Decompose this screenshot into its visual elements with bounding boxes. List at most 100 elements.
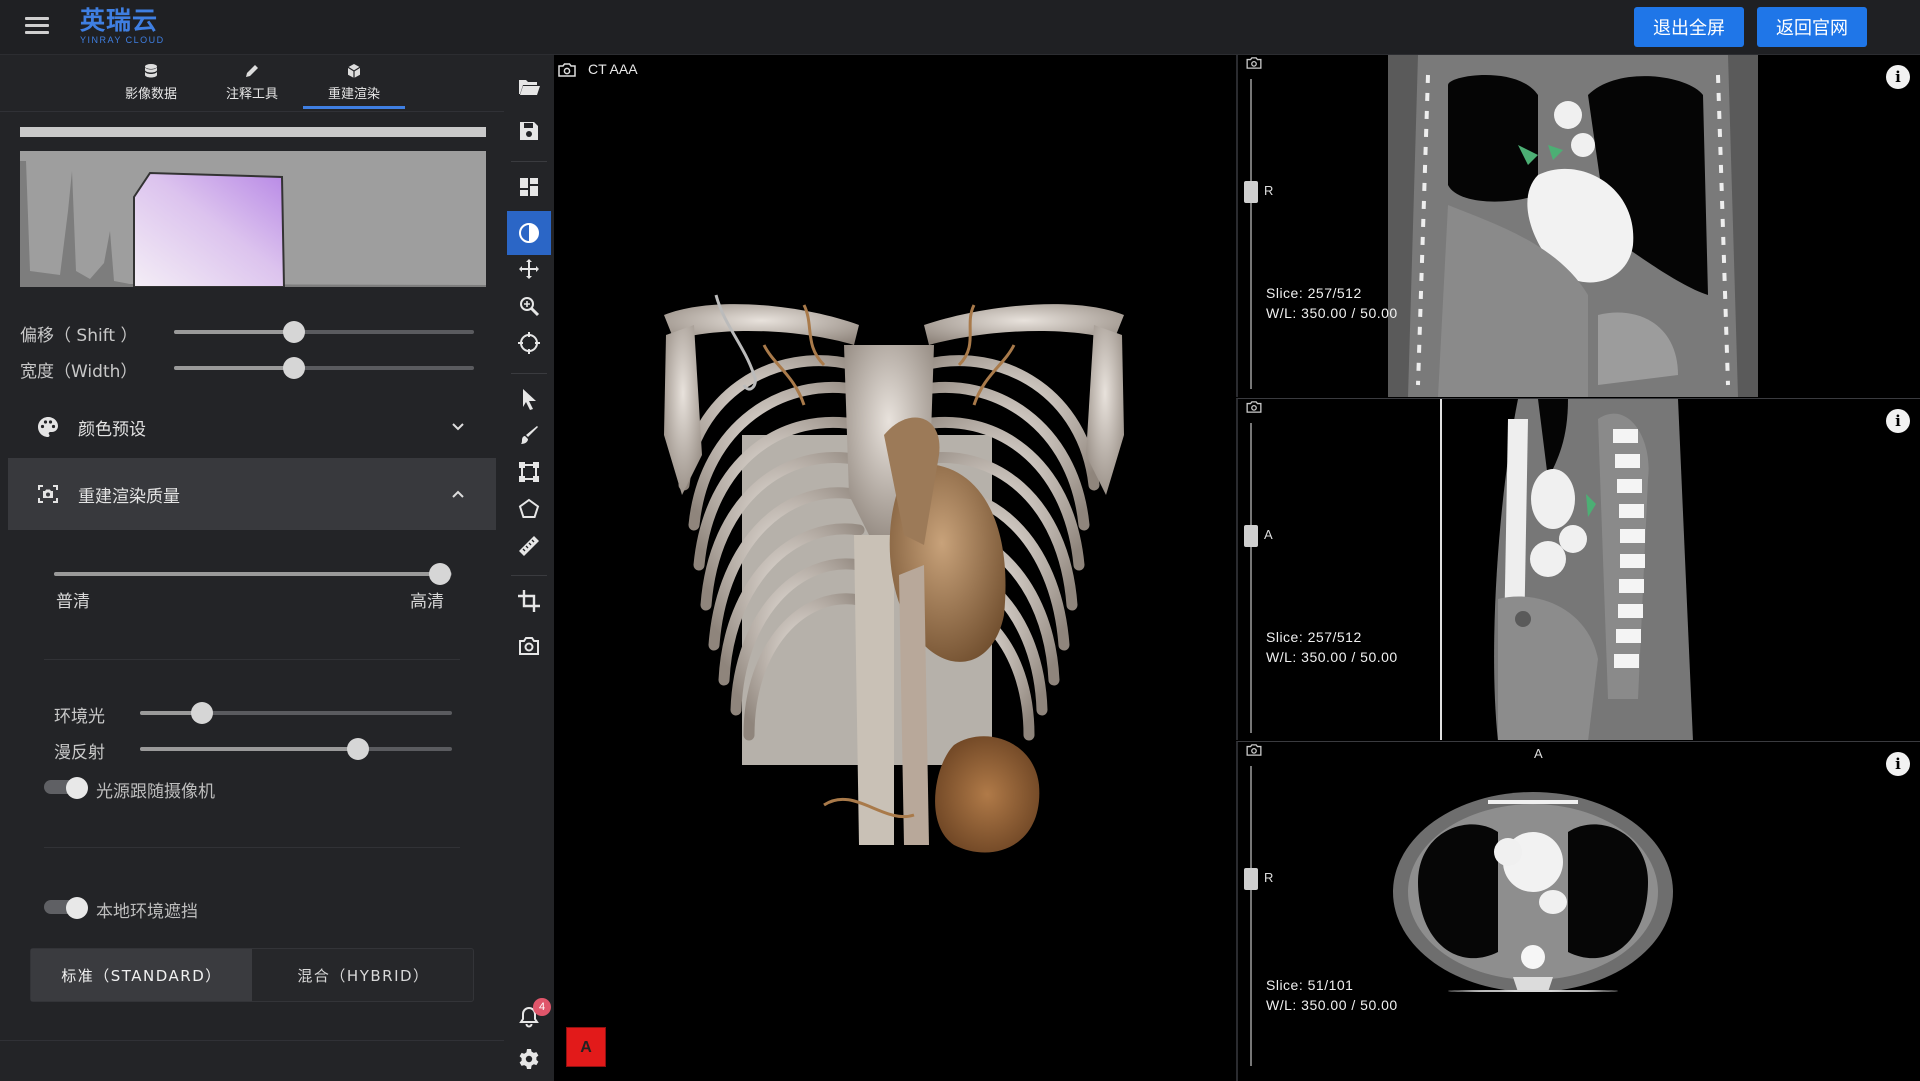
tab-label: 注释工具 [225, 87, 278, 102]
slice-indicator: Slice: 257/512 [1266, 629, 1362, 645]
camera-icon[interactable] [1246, 744, 1262, 756]
hybrid-mode-button[interactable]: 混合（HYBRID） [253, 949, 474, 1001]
local-occlusion-label: 本地环境遮挡 [96, 902, 198, 922]
tab-label: 重建渲染 [327, 87, 380, 102]
sagittal-viewport[interactable]: S A Slice: 257/512 W/L: 350.00 / 50.00 i [1236, 398, 1920, 740]
slider-fill [54, 572, 440, 576]
width-slider[interactable] [174, 357, 474, 379]
tab-reconstruction-render[interactable]: 重建渲染 [303, 55, 405, 109]
slice-scroll-handle[interactable] [1244, 525, 1258, 547]
gear-icon [519, 1049, 539, 1069]
settings-button[interactable] [507, 1037, 551, 1081]
opacity-gradient-bar[interactable] [20, 127, 486, 137]
exit-fullscreen-button[interactable]: 退出全屏 [1634, 7, 1744, 47]
brush-icon [521, 426, 538, 444]
slider-fill [140, 747, 358, 751]
folder-open-icon [519, 80, 540, 95]
notifications-button[interactable]: 4 [507, 995, 551, 1039]
camera-icon[interactable] [1246, 57, 1262, 69]
color-presets-accordion[interactable]: 颜色预设 [8, 391, 496, 463]
crosshair-tool[interactable] [507, 321, 551, 365]
ambient-label: 环境光 [54, 707, 105, 727]
render-quality-slider[interactable] [54, 563, 452, 585]
ruler-tool[interactable] [507, 524, 551, 568]
pencil-icon [246, 65, 258, 77]
info-icon[interactable]: i [1886, 752, 1910, 776]
contrast-icon [519, 223, 539, 243]
width-slider-row: 宽度（Width） [20, 355, 490, 382]
divider [44, 847, 460, 848]
info-icon[interactable]: i [1886, 409, 1910, 433]
app-logo[interactable]: 英瑞云 YINRAY CLOUD [80, 6, 165, 45]
layout-icon [520, 178, 538, 196]
shift-label: 偏移（ Shift ） [20, 326, 138, 346]
back-to-website-button[interactable]: 返回官网 [1757, 7, 1867, 47]
hamburger-menu-icon[interactable] [22, 14, 52, 40]
orientation-top-label: A [1534, 746, 1543, 761]
camera-focus-icon [38, 485, 58, 503]
screenshot-button[interactable] [507, 624, 551, 668]
crosshair-icon [518, 332, 540, 354]
orientation-cube[interactable]: A [566, 1027, 606, 1067]
render-quality-label: 重建渲染质量 [78, 487, 180, 507]
save-button[interactable] [507, 109, 551, 153]
render-quality-slider-thumb[interactable] [429, 563, 451, 585]
save-icon [520, 122, 538, 140]
color-presets-label: 颜色预设 [78, 420, 146, 440]
viewport-title: CT AAA [588, 61, 638, 77]
ambient-slider-row: 环境光 [20, 700, 480, 727]
render-quality-accordion[interactable]: 重建渲染质量 [8, 458, 496, 530]
tab-imaging-data[interactable]: 影像数据 [100, 55, 202, 109]
info-icon[interactable]: i [1886, 65, 1910, 89]
diffuse-slider-row: 漫反射 [20, 736, 480, 763]
diffuse-slider[interactable] [140, 738, 452, 760]
window-level-readout: W/L: 350.00 / 50.00 [1266, 305, 1398, 321]
open-folder-button[interactable] [507, 65, 551, 109]
camera-icon[interactable] [558, 63, 576, 77]
left-panel: 影像数据 注释工具 重建渲染 偏移（ Shift ） 宽度（Width） 颜色预… [0, 55, 504, 1081]
quality-max-label: 高清 [410, 592, 444, 612]
slice-scroll-handle[interactable] [1244, 868, 1258, 890]
diffuse-slider-thumb[interactable] [347, 738, 369, 760]
standard-mode-button[interactable]: 标准（STANDARD） [31, 949, 252, 1001]
axial-viewport[interactable]: A R Slice: 51/101 W/L: 350.00 / 50.00 i [1236, 741, 1920, 1081]
shift-slider-thumb[interactable] [283, 321, 305, 343]
pentagon-icon [518, 498, 540, 518]
width-slider-thumb[interactable] [283, 357, 305, 379]
local-occlusion-toggle[interactable]: 本地环境遮挡 [44, 895, 344, 922]
camera-icon[interactable] [1246, 401, 1262, 413]
light-follow-camera-toggle[interactable]: 光源跟随摄像机 [44, 775, 344, 802]
chevron-up-icon [452, 490, 464, 498]
notification-badge: 4 [533, 998, 551, 1016]
coronal-viewport[interactable]: S R Slice: 257/512 W/L: 350.00 / 50.00 i [1236, 55, 1920, 397]
database-icon [145, 64, 157, 78]
tab-annotation-tools[interactable]: 注释工具 [201, 55, 303, 109]
transfer-function-editor[interactable] [20, 151, 486, 287]
render-mode-toggle-group: 标准（STANDARD） 混合（HYBRID） [30, 948, 474, 1002]
slice-scrollbar[interactable] [1250, 766, 1252, 1066]
screenshot-icon [519, 637, 539, 655]
layout-button[interactable] [507, 165, 551, 209]
slice-indicator: Slice: 51/101 [1266, 977, 1354, 993]
volume-render-viewport[interactable]: CT AAA A [554, 55, 1236, 1081]
slider-fill [174, 366, 294, 370]
divider [511, 161, 547, 162]
shift-slider-row: 偏移（ Shift ） [20, 319, 490, 346]
slice-scroll-handle[interactable] [1244, 181, 1258, 203]
crop-tool[interactable] [507, 579, 551, 623]
ambient-slider-thumb[interactable] [191, 702, 213, 724]
window-level-readout: W/L: 350.00 / 50.00 [1266, 997, 1398, 1013]
ambient-light-slider[interactable] [140, 702, 452, 724]
orientation-left-label: R [1264, 183, 1274, 198]
divider [511, 575, 547, 576]
tab-divider [0, 111, 504, 112]
table-line [1448, 990, 1618, 992]
slice-scrollbar[interactable] [1250, 79, 1252, 389]
orientation-left-label: A [1264, 527, 1273, 542]
cube-icon [347, 64, 361, 78]
chevron-down-icon [452, 423, 464, 431]
light-follow-camera-label: 光源跟随摄像机 [96, 782, 215, 802]
slice-scrollbar[interactable] [1250, 423, 1252, 733]
shift-slider[interactable] [174, 321, 474, 343]
logo-subtitle: YINRAY CLOUD [80, 35, 165, 45]
